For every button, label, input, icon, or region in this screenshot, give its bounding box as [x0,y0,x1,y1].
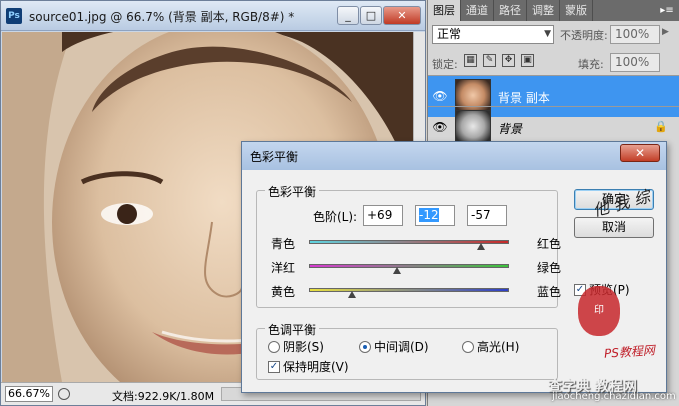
radio-label: 中间调(D) [374,340,429,354]
fill-field[interactable]: 100% [610,53,660,72]
radio-shadows[interactable]: 阴影(S) [268,338,324,355]
levels-label: 色阶(L): [313,210,358,224]
tab-masks[interactable]: 蒙版 [560,0,593,21]
color-balance-dialog: 色彩平衡 ✕ 色彩平衡 色阶(L): +69 -12 -57 青色 红色 洋红 … [241,141,667,393]
ps-tutorial-watermark: PS教程网 [603,343,656,361]
dialog-title: 色彩平衡 [250,150,299,164]
dialog-title-bar[interactable]: 色彩平衡 ✕ [242,142,666,170]
panel-menu-icon[interactable]: ▸≡ [659,4,675,17]
slider-cyan-red[interactable]: 青色 红色 [271,234,561,251]
slider-yellow-blue[interactable]: 黄色 蓝色 [271,282,561,299]
slider-track[interactable] [309,288,509,292]
blend-mode-select[interactable]: 正常 ▼ [432,25,554,44]
slider-thumb[interactable] [477,243,485,250]
group-label: 色彩平衡 [265,183,320,200]
slider-right-label: 蓝色 [536,285,561,299]
level-magenta-green-input[interactable]: -12 [415,205,455,226]
status-menu-icon[interactable] [58,388,70,400]
preserve-luminosity-checkbox[interactable]: ✓ 保持明度(V) [268,358,349,375]
slider-thumb[interactable] [348,291,356,298]
tab-adjustments[interactable]: 调整 [527,0,560,21]
slider-thumb[interactable] [393,267,401,274]
checkbox[interactable]: ✓ [268,360,280,373]
dialog-close-button[interactable]: ✕ [620,144,660,162]
minimize-button[interactable]: _ [337,6,359,25]
opacity-field[interactable]: 100% [610,25,660,44]
checkbox-label: 保持明度(V) [283,360,349,374]
fill-label: 填充: [578,58,604,71]
eye-icon[interactable]: 👁 [432,120,448,134]
document-info: 文档:922.9K/1.80M [112,390,215,403]
slider-left-label: 青色 [271,237,296,251]
radio-button[interactable] [359,340,371,353]
panel-tabs: 图层 通道 路径 调整 蒙版 [428,0,679,21]
lock-transparent-icon[interactable]: ▦ [464,54,477,67]
chevron-down-icon: ▼ [544,29,551,39]
restore-button[interactable]: □ [360,6,382,25]
opacity-label: 不透明度: [560,29,608,42]
cancel-button[interactable]: 取消 [574,217,654,238]
document-title-bar[interactable]: Ps source01.jpg @ 66.7% (背景 副本, RGB/8#) … [1,1,425,31]
lock-label: 锁定: [432,58,458,71]
tab-paths[interactable]: 路径 [494,0,527,21]
tab-channels[interactable]: 通道 [461,0,494,21]
lock-icon: 🔒 [654,120,668,133]
document-title: source01.jpg @ 66.7% (背景 副本, RGB/8#) * [29,10,295,24]
lock-pixels-icon[interactable]: ✎ [483,54,496,67]
slider-right-label: 绿色 [536,261,561,275]
close-button[interactable]: ✕ [383,6,421,25]
radio-label: 高光(H) [477,340,520,354]
blend-mode-value: 正常 [437,27,462,41]
radio-button[interactable] [268,340,280,353]
lock-position-icon[interactable]: ✥ [502,54,515,67]
level-yellow-blue-input[interactable]: -57 [467,205,507,226]
level-cyan-red-input[interactable]: +69 [363,205,403,226]
slider-magenta-green[interactable]: 洋红 绿色 [271,258,561,275]
level-value: -12 [419,208,439,222]
slider-track[interactable] [309,264,509,268]
group-label: 色调平衡 [265,321,320,338]
url-watermark: jiaocheng.chazidian.com [552,391,676,402]
slider-right-label: 红色 [536,237,561,251]
lock-all-icon[interactable]: ▣ [521,54,534,67]
eye-icon[interactable]: 👁 [432,89,448,103]
radio-label: 阴影(S) [283,340,324,354]
photoshop-icon: Ps [6,8,22,24]
layer-name: 背景 副本 [498,91,550,105]
red-seal-stamp: 印 [578,286,620,336]
radio-highlights[interactable]: 高光(H) [462,338,519,355]
layer-name: 背景 [498,122,523,136]
tab-layers[interactable]: 图层 [428,0,461,21]
zoom-field[interactable]: 66.67% [5,386,53,402]
radio-button[interactable] [462,340,474,353]
opacity-arrow-icon[interactable]: ▶ [662,27,669,37]
radio-midtones[interactable]: 中间调(D) [359,338,429,355]
slider-left-label: 黄色 [271,285,296,299]
slider-left-label: 洋红 [271,261,296,275]
